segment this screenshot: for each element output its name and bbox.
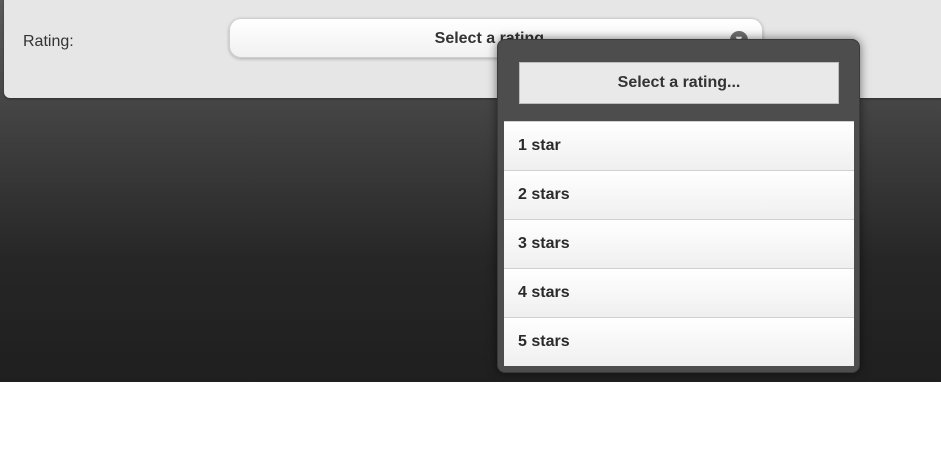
- rating-option-2[interactable]: 2 stars: [504, 170, 854, 219]
- rating-option-4[interactable]: 4 stars: [504, 268, 854, 317]
- rating-options-list: 1 star 2 stars 3 stars 4 stars 5 stars: [504, 121, 854, 366]
- rating-option-1[interactable]: 1 star: [504, 121, 854, 170]
- page-viewport: Rating: Select a rating... ▼ Select a ra…: [0, 0, 941, 382]
- rating-popup: Select a rating... 1 star 2 stars 3 star…: [497, 39, 860, 373]
- rating-label: Rating:: [23, 33, 74, 50]
- rating-option-5[interactable]: 5 stars: [504, 317, 854, 366]
- rating-option-3[interactable]: 3 stars: [504, 219, 854, 268]
- popup-header: Select a rating...: [519, 62, 839, 104]
